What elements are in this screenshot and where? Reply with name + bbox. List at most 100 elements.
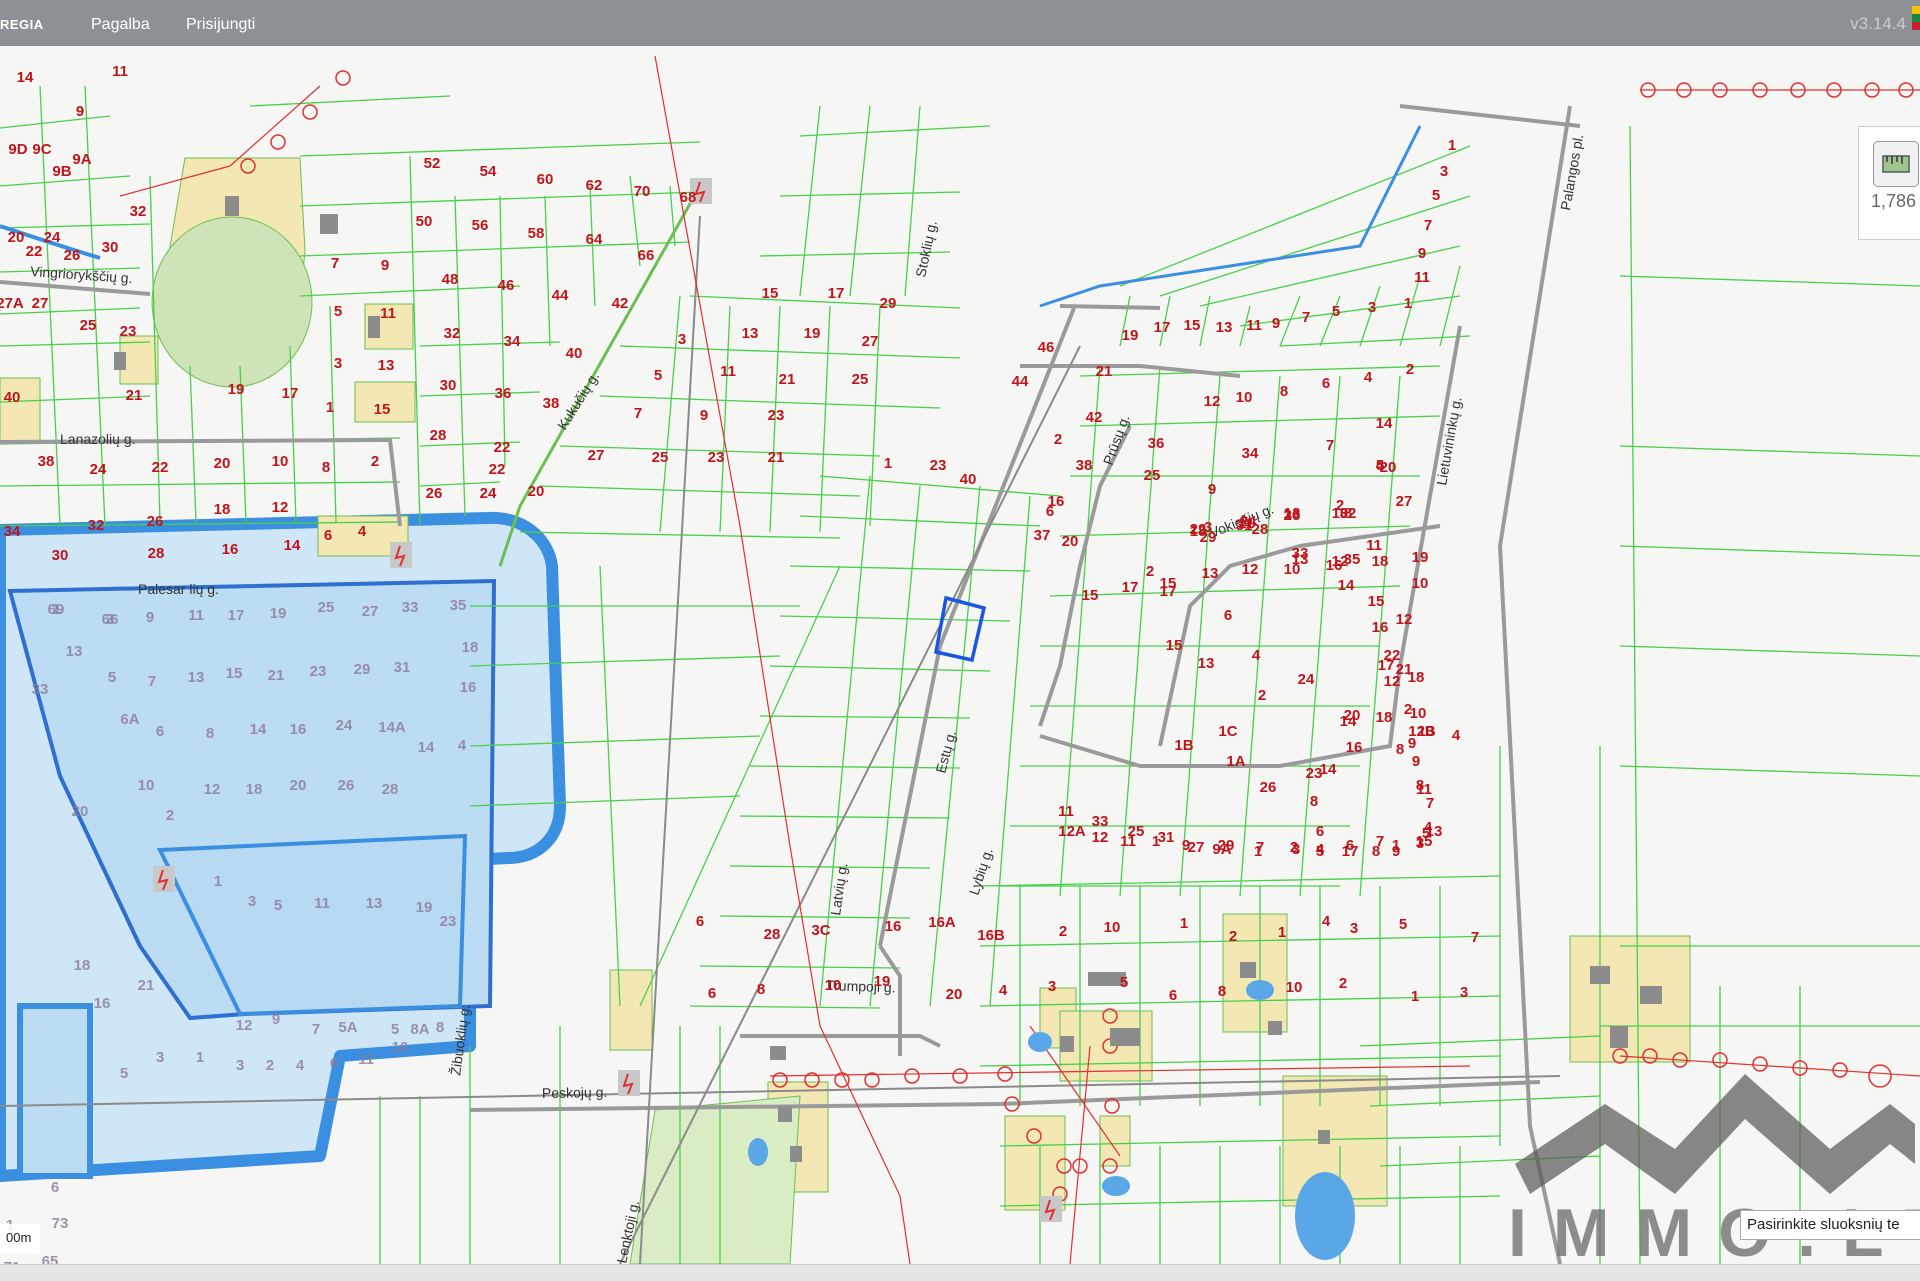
parcel-number: 16: [222, 541, 239, 558]
parcel-number: 3: [1048, 978, 1056, 995]
parcel-number: 16: [1346, 739, 1363, 756]
svg-text:Lybių g.: Lybių g.: [966, 846, 996, 897]
parcel-number: 44: [552, 287, 569, 304]
zone-parcel-number: 8: [206, 725, 214, 742]
parcel-number: 7: [331, 255, 339, 272]
selected-parcel[interactable]: [933, 595, 987, 663]
parcel-number: 21: [126, 387, 143, 404]
parcel-number: 9: [700, 407, 708, 424]
parcel-number: 60: [537, 171, 554, 188]
parcel-number: 19: [804, 325, 821, 342]
parcel-number: 50: [416, 213, 433, 230]
parcel-number: 22: [494, 439, 511, 456]
parcel-number: 27: [588, 447, 605, 464]
parcel-number: 24: [44, 229, 61, 246]
parcel-number: 12A: [1058, 823, 1086, 840]
menu-login[interactable]: Prisijungti: [186, 16, 255, 34]
zone-parcel-number: 16: [94, 995, 111, 1012]
parcel-number: 8: [757, 981, 765, 998]
scale-bar: 00m: [0, 1224, 40, 1254]
parcel-number: 20: [1062, 533, 1079, 550]
parcel-number: 6: [1322, 375, 1330, 392]
parcel-number: 9B: [52, 163, 71, 180]
zone-parcel-number: 6: [156, 723, 164, 740]
parcel-number: 12B: [1408, 723, 1436, 740]
parcel-number: 54: [480, 163, 497, 180]
zone-parcel-number: 19: [416, 899, 433, 916]
parcel-number: 5: [334, 303, 342, 320]
parcel-number: 21: [768, 449, 785, 466]
parcel-number: 2: [1290, 839, 1298, 856]
zone-parcel-number: 21: [268, 667, 285, 684]
parcel-number: 14: [284, 537, 301, 554]
zone-parcel-number: 2: [266, 1057, 274, 1074]
zone-parcel-number: 13: [188, 669, 205, 686]
parcel-number: 2: [371, 453, 379, 470]
zone-parcel-number: 19: [270, 605, 287, 622]
zone-parcel-number: 6: [330, 1055, 338, 1072]
park-area: [151, 216, 313, 388]
parcel-number: 8: [1218, 983, 1226, 1000]
parcel-number: 3C: [811, 922, 830, 939]
measure-panel: 1,786: [1858, 126, 1920, 240]
zone-parcel-number: 4: [458, 737, 467, 754]
parcel-number: 12: [1332, 553, 1349, 570]
parcel-number: 13: [1292, 551, 1309, 568]
parcel-number: 23: [768, 407, 785, 424]
zone-parcel-number: 11: [358, 1051, 374, 1068]
parcel-number: 25: [852, 371, 869, 388]
svg-text:Stoklių g.: Stoklių g.: [912, 219, 940, 279]
svg-text:Kukučių g.: Kukučių g.: [554, 369, 602, 433]
zone-parcel-number: 3: [248, 893, 256, 910]
parcel-number: 25: [1144, 467, 1161, 484]
parcel-number: 10: [825, 977, 842, 994]
parcel-number: 8: [1280, 383, 1288, 400]
parcel-number: 32: [130, 203, 147, 220]
parcel-number: 26: [426, 485, 443, 502]
cadastral-map[interactable]: Vingriorykščių g. Lanazolių g. Kukučių g…: [0, 46, 1920, 1264]
zone-parcel-number: 2: [166, 807, 174, 824]
parcel-number: 13: [1198, 655, 1215, 672]
parcel-number: 6: [708, 985, 716, 1002]
parcel-number: 10: [1412, 575, 1429, 592]
parcel-number: 26: [1284, 507, 1301, 524]
parcel-number: 3: [1460, 984, 1468, 1001]
parcel-number: 34: [504, 333, 521, 350]
measure-tool-button[interactable]: [1873, 141, 1919, 187]
zone-parcel-number: 26: [338, 777, 355, 794]
forest-area: [629, 1095, 801, 1264]
parcel-number: 58: [528, 225, 545, 242]
parcel-number: 4: [358, 523, 367, 540]
parcel-number: 21: [1096, 363, 1113, 380]
svg-text:Palesar lių g.: Palesar lių g.: [138, 581, 219, 597]
language-flag-icon[interactable]: [1912, 6, 1920, 30]
parcel-number: 14: [1320, 761, 1337, 778]
map-canvas[interactable]: Vingriorykščių g. Lanazolių g. Kukučių g…: [0, 46, 1920, 1264]
parcel-number: 17: [1122, 579, 1139, 596]
zone-parcel-number: 10: [138, 777, 155, 794]
svg-text:Palangos pl.: Palangos pl.: [1557, 133, 1586, 212]
zone-parcel-number: 16: [290, 721, 307, 738]
parcel-number: 38: [1076, 457, 1093, 474]
parcel-number: 40: [960, 471, 977, 488]
parcel-number: 1A: [1226, 753, 1245, 770]
parcel-number: 11: [1366, 537, 1382, 554]
zone-parcel-number: 12: [236, 1017, 253, 1034]
parcel-number: 5: [1399, 916, 1407, 933]
zone-parcel-number: 14A: [378, 719, 406, 736]
zone-parcel-number: 13: [366, 895, 383, 912]
parcel-number: 8: [322, 459, 330, 476]
parcel-number: 62: [586, 177, 603, 194]
zone-parcel-number: 18: [462, 639, 479, 656]
parcel-number: 13: [1216, 319, 1233, 336]
parcel-number: 17: [1378, 657, 1395, 674]
zone-parcel-number: 15: [226, 665, 243, 682]
parcel-number: 15: [1184, 317, 1201, 334]
zone-parcel-number: 23: [310, 663, 327, 680]
parcel-number: 19: [1412, 549, 1429, 566]
menu-help[interactable]: Pagalba: [91, 16, 150, 34]
zone-parcel-number: 20: [290, 777, 307, 794]
parcel-number: 7: [1471, 929, 1479, 946]
parcel-number: 36: [495, 385, 512, 402]
parcel-number: 1: [1448, 137, 1456, 154]
